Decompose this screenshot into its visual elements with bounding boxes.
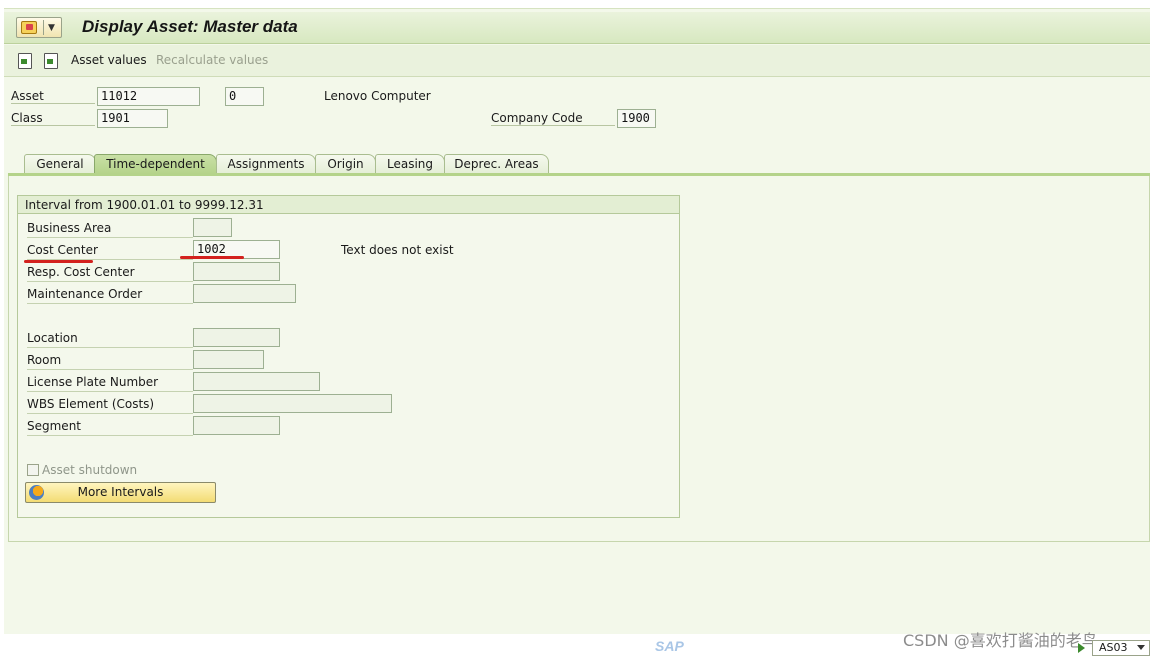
page-title: Display Asset: Master data xyxy=(82,17,298,36)
class-label: Class xyxy=(11,111,95,126)
room-field[interactable] xyxy=(193,350,264,369)
license-plate-field[interactable] xyxy=(193,372,320,391)
more-intervals-button[interactable]: More Intervals xyxy=(25,482,216,503)
license-plate-label: License Plate Number xyxy=(27,373,193,392)
cost-center-text: Text does not exist xyxy=(341,243,454,257)
sap-logo: SAP xyxy=(655,638,684,654)
tab-general[interactable]: General xyxy=(24,154,96,174)
maintenance-order-field[interactable] xyxy=(193,284,296,303)
company-code-label: Company Code xyxy=(491,111,615,126)
tab-time-dependent[interactable]: Time-dependent xyxy=(94,154,217,174)
room-label: Room xyxy=(27,351,193,370)
business-area-label: Business Area xyxy=(27,219,193,238)
location-label: Location xyxy=(27,329,193,348)
asset-shutdown-label: Asset shutdown xyxy=(42,463,138,477)
recalculate-values-button[interactable]: Recalculate values xyxy=(156,53,268,67)
transaction-code: AS03 xyxy=(1099,641,1128,654)
class-field[interactable]: 1901 xyxy=(97,109,168,128)
document-forward-icon[interactable] xyxy=(44,53,58,69)
asset-label: Asset xyxy=(11,89,95,104)
resp-cost-center-field[interactable] xyxy=(193,262,280,281)
transaction-field[interactable]: AS03 xyxy=(1092,640,1150,656)
annotation-underline-field xyxy=(180,256,244,259)
dropdown-icon: ▼ xyxy=(48,23,55,33)
application-toolbar: Asset values Recalculate values xyxy=(4,45,1150,77)
asset-number-field[interactable]: 11012 xyxy=(97,87,200,106)
more-intervals-label: More Intervals xyxy=(77,485,164,499)
tab-strip: General Time-dependent Assignments Origi… xyxy=(8,154,1150,174)
asset-values-button[interactable]: Asset values xyxy=(71,53,147,67)
resp-cost-center-label: Resp. Cost Center xyxy=(27,263,193,282)
business-area-field[interactable] xyxy=(193,218,232,237)
asset-shutdown-checkbox[interactable] xyxy=(27,464,39,476)
asset-description: Lenovo Computer xyxy=(324,89,431,103)
sub-number-field[interactable]: 0 xyxy=(225,87,264,106)
play-icon[interactable] xyxy=(1078,643,1085,653)
tab-deprec-areas[interactable]: Deprec. Areas xyxy=(444,154,549,174)
document-back-icon[interactable] xyxy=(18,53,32,69)
intervals-icon xyxy=(29,485,44,500)
tab-assignments[interactable]: Assignments xyxy=(216,154,316,174)
wbs-element-label: WBS Element (Costs) xyxy=(27,395,193,414)
segment-field[interactable] xyxy=(193,416,280,435)
sap-menu-button[interactable]: ▼ xyxy=(16,17,62,38)
tab-origin[interactable]: Origin xyxy=(315,154,376,174)
cost-center-label: Cost Center xyxy=(27,241,193,260)
maintenance-order-label: Maintenance Order xyxy=(27,285,193,304)
chevron-down-icon[interactable] xyxy=(1137,645,1145,650)
wbs-element-field[interactable] xyxy=(193,394,392,413)
watermark: CSDN @喜欢打酱油的老鸟 xyxy=(903,631,1098,650)
separator xyxy=(43,20,44,35)
tab-leasing[interactable]: Leasing xyxy=(375,154,445,174)
sap-menu-icon xyxy=(21,21,37,34)
interval-header: Interval from 1900.01.01 to 9999.12.31 xyxy=(18,196,679,214)
company-code-field[interactable]: 1900 xyxy=(617,109,656,128)
title-bar: ▼ Display Asset: Master data xyxy=(4,12,1150,44)
location-field[interactable] xyxy=(193,328,280,347)
segment-label: Segment xyxy=(27,417,193,436)
